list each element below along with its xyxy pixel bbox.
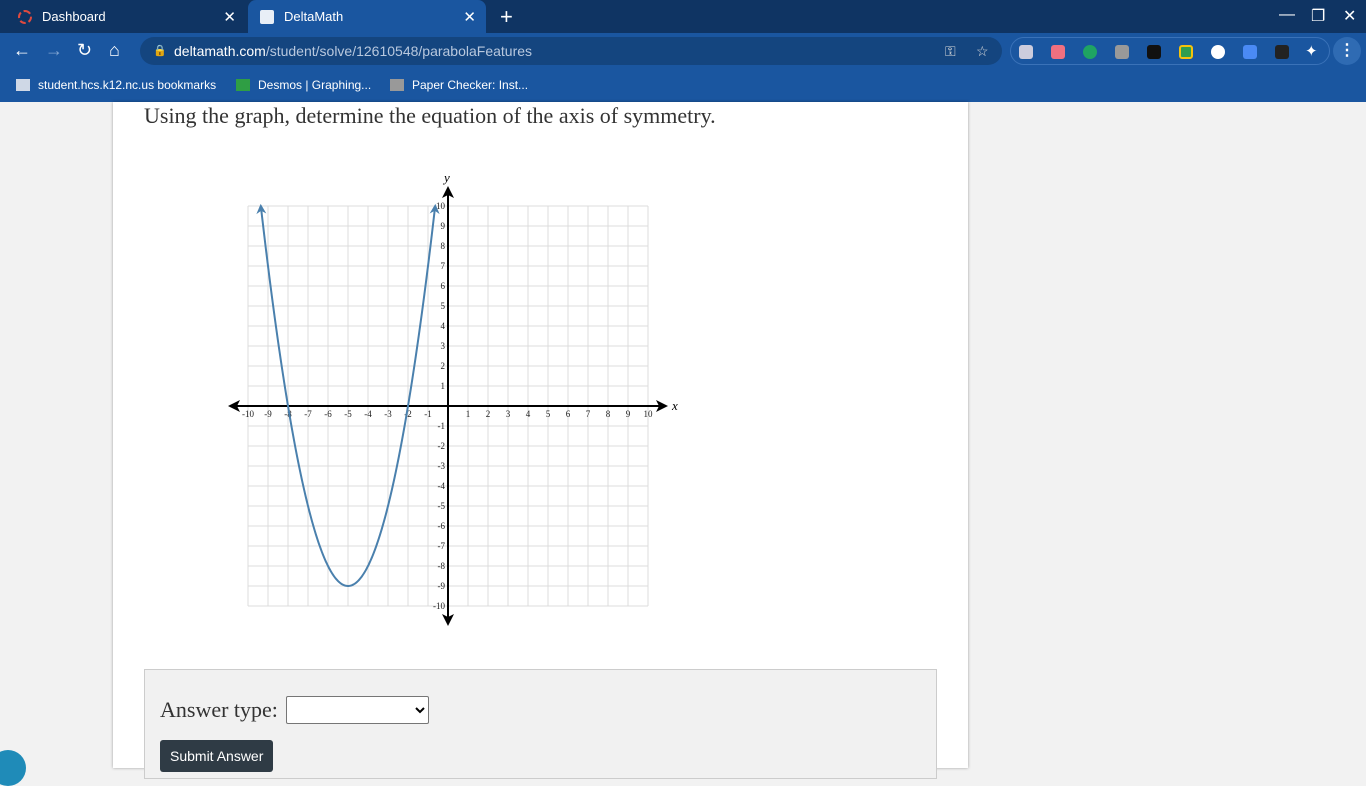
x-tick-label: 7 — [586, 409, 591, 419]
dashboard-favicon-icon — [18, 9, 32, 24]
y-tick-label: 8 — [441, 241, 446, 251]
problem-panel: Using the graph, determine the equation … — [113, 102, 968, 779]
y-tick-label: -5 — [438, 501, 446, 511]
key-icon[interactable]: ⚿ — [945, 37, 956, 65]
bookmark-label: Desmos | Graphing... — [258, 78, 372, 92]
bookmarks-bar: student.hcs.k12.nc.us bookmarks Desmos |… — [0, 69, 1366, 102]
x-tick-label: 9 — [626, 409, 631, 419]
lock-icon: 🔒 — [153, 45, 167, 57]
close-tab-icon[interactable]: ✕ — [223, 8, 236, 26]
y-tick-label: 7 — [441, 261, 446, 271]
extension-icon[interactable] — [1051, 45, 1065, 59]
tab-label: DeltaMath — [284, 9, 344, 24]
y-tick-label: -6 — [438, 521, 446, 531]
home-icon[interactable]: ⌂ — [109, 40, 120, 61]
address-bar[interactable]: 🔒 deltamath.com/student/solve/12610548/p… — [140, 37, 1002, 65]
browser-toolbar: ← → ↻ ⌂ 🔒 deltamath.com/student/solve/12… — [0, 33, 1366, 69]
classroom-icon[interactable] — [1179, 45, 1193, 59]
y-tick-label: 9 — [441, 221, 446, 231]
squirrel-icon — [390, 79, 404, 91]
extension-icon[interactable] — [1115, 45, 1129, 59]
folder-icon — [16, 79, 30, 91]
translate-icon[interactable] — [1243, 45, 1257, 59]
x-tick-label: -1 — [424, 409, 432, 419]
x-tick-label: -10 — [242, 409, 254, 419]
back-icon[interactable]: ← — [13, 40, 31, 61]
extensions-area: ✦ — [1010, 37, 1330, 65]
x-tick-label: -7 — [304, 409, 312, 419]
y-tick-label: -2 — [438, 441, 446, 451]
submit-answer-button[interactable]: Submit Answer — [160, 740, 274, 772]
x-tick-label: 3 — [506, 409, 511, 419]
minimize-icon[interactable]: — — [1279, 6, 1295, 24]
x-tick-label: -3 — [384, 409, 392, 419]
x-tick-label: 5 — [546, 409, 551, 419]
y-tick-label: -9 — [438, 581, 446, 591]
y-axis-label: y — [442, 170, 450, 185]
extension-icon[interactable] — [1019, 45, 1033, 59]
answer-area: Answer type: Submit Answer — [144, 669, 937, 779]
x-tick-label: -4 — [364, 409, 372, 419]
x-tick-label: 2 — [486, 409, 491, 419]
y-tick-label: 2 — [441, 361, 446, 371]
bookmark-desmos[interactable]: Desmos | Graphing... — [236, 78, 371, 92]
x-tick-label: -5 — [344, 409, 352, 419]
x-tick-label: -6 — [324, 409, 332, 419]
new-tab-icon[interactable]: + — [500, 4, 513, 30]
answer-type-label: Answer type: — [160, 697, 278, 722]
y-tick-label: -7 — [438, 541, 446, 551]
close-window-icon[interactable]: ✕ — [1343, 6, 1356, 26]
y-tick-label: 1 — [441, 381, 446, 391]
restore-icon[interactable]: ❐ — [1311, 6, 1325, 26]
answer-type-select[interactable] — [286, 696, 429, 724]
url-host: deltamath.com — [174, 43, 266, 59]
puzzle-icon[interactable]: ✦ — [1305, 42, 1319, 60]
desmos-icon — [236, 79, 250, 91]
menu-icon[interactable]: ⋮ — [1333, 37, 1361, 65]
extension-icon[interactable] — [1275, 45, 1289, 59]
forward-icon[interactable]: → — [45, 40, 63, 61]
x-tick-label: 4 — [526, 409, 531, 419]
tab-bar: Dashboard ✕ DeltaMath ✕ + — ❐ ✕ — [0, 0, 1366, 33]
extension-icon[interactable] — [1147, 45, 1161, 59]
help-button[interactable] — [0, 750, 26, 786]
y-tick-label: 4 — [441, 321, 446, 331]
bookmark-star-icon[interactable]: ☆ — [976, 37, 989, 65]
url-path: /student/solve/12610548/parabolaFeatures — [265, 43, 533, 59]
y-tick-label: -1 — [438, 421, 446, 431]
y-tick-label: -4 — [438, 481, 446, 491]
x-tick-label: 6 — [566, 409, 571, 419]
x-tick-label: -9 — [264, 409, 272, 419]
extension-icon[interactable] — [1211, 45, 1225, 59]
deltamath-favicon-icon — [260, 9, 274, 24]
x-tick-label: 10 — [644, 409, 654, 419]
y-tick-label: -8 — [438, 561, 446, 571]
y-tick-label: -3 — [438, 461, 446, 471]
y-tick-label: 3 — [441, 341, 446, 351]
x-tick-label: 8 — [606, 409, 611, 419]
x-tick-label: 1 — [466, 409, 471, 419]
bookmark-label: student.hcs.k12.nc.us bookmarks — [38, 78, 217, 92]
y-tick-label: 5 — [441, 301, 446, 311]
reload-icon[interactable]: ↻ — [77, 40, 92, 61]
bookmark-label: Paper Checker: Inst... — [412, 78, 529, 92]
extension-icon[interactable] — [1083, 45, 1097, 59]
bookmark-folder[interactable]: student.hcs.k12.nc.us bookmarks — [16, 78, 216, 92]
tab-deltamath[interactable]: DeltaMath ✕ — [248, 0, 486, 33]
close-tab-icon[interactable]: ✕ — [463, 8, 476, 26]
tab-label: Dashboard — [42, 9, 106, 24]
x-axis-label: x — [671, 398, 678, 413]
parabola-graph: xy-10 -9 -8 -7 -6 -5 -4 -3 -2 -1 1 2 3 4 5 6 7 8 9 10109876… — [228, 170, 678, 626]
y-tick-label: -10 — [433, 601, 445, 611]
bookmark-paper-checker[interactable]: Paper Checker: Inst... — [390, 78, 528, 92]
question-text: Using the graph, determine the equation … — [144, 103, 716, 128]
y-tick-label: 6 — [441, 281, 446, 291]
tab-dashboard[interactable]: Dashboard ✕ — [6, 0, 246, 33]
